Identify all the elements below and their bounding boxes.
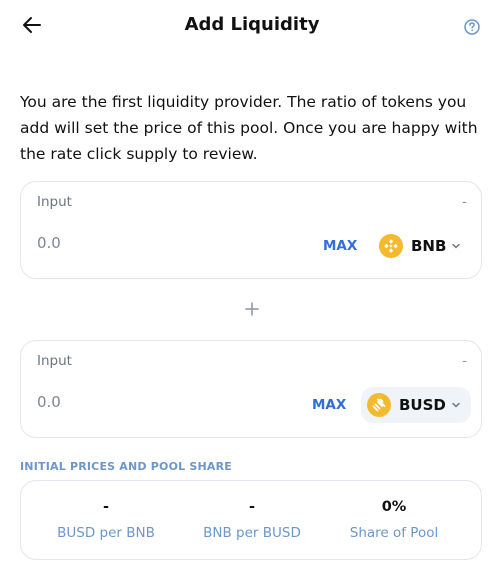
price-value: - [102,499,110,515]
token-name-bnb: BNB [411,237,447,255]
amount-input-bnb[interactable] [37,234,237,252]
input-card-busd: Input - MAX BUSD [20,340,482,438]
balance-text: - [462,353,467,369]
page-title: Add Liquidity [184,14,320,35]
question-circle-icon [464,19,480,35]
help-button[interactable] [463,18,481,36]
intro-text: You are the first liquidity provider. Th… [20,93,478,163]
header: Add Liquidity [0,0,504,52]
token-select-busd[interactable]: BUSD [361,387,471,423]
price-label: BNB per BUSD [203,525,301,541]
token-select-bnb[interactable]: BNB [373,229,471,263]
chevron-down-icon [452,243,461,249]
plus-icon [245,302,259,316]
input-label: Input [37,194,72,210]
pool-share-card: - BUSD per BNB - BNB per BUSD 0% Share o… [20,480,482,560]
input-card-bnb: Input - MAX BNB [20,181,482,279]
max-button-busd[interactable]: MAX [312,397,346,413]
token-name-busd: BUSD [399,396,446,414]
bnb-icon [379,234,403,258]
share-value: 0% [381,499,407,515]
share-label: Share of Pool [349,525,439,541]
input-label: Input [37,353,72,369]
prices-section-title: INITIAL PRICES AND POOL SHARE [20,460,233,473]
price-label: BUSD per BNB [57,525,155,541]
busd-icon [367,393,391,417]
chevron-down-icon [452,402,460,408]
price-value: - [248,499,256,515]
max-button-bnb[interactable]: MAX [323,238,357,254]
amount-input-busd[interactable] [37,393,237,411]
balance-text: - [462,194,467,210]
